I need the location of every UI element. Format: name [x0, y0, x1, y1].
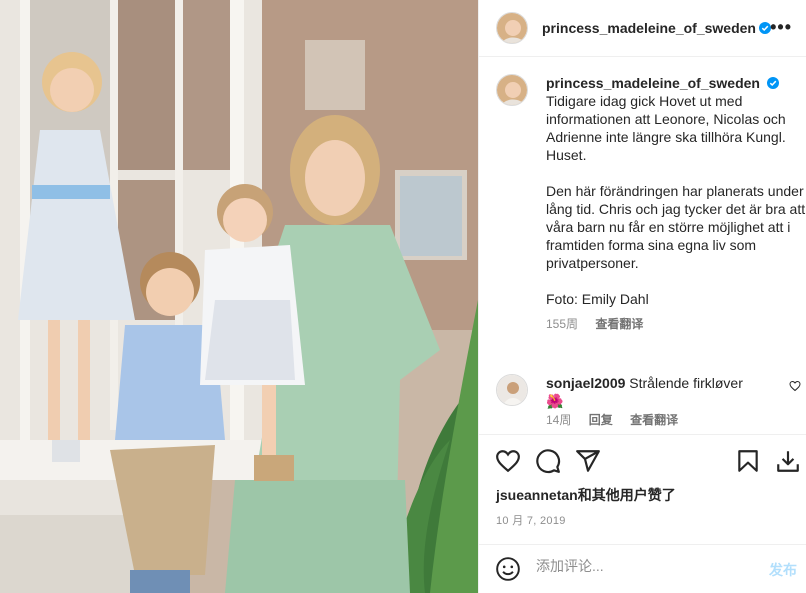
comments-area[interactable]: princess_madeleine_of_sweden Tidigare id… [479, 58, 806, 433]
avatar-image [497, 375, 527, 405]
family-photo-illustration [0, 0, 478, 593]
verified-badge-icon [766, 77, 779, 89]
post-username[interactable]: princess_madeleine_of_sweden [542, 20, 756, 36]
avatar-image [497, 75, 527, 105]
share-icon[interactable] [575, 448, 601, 474]
caption-text: Tidigare idag gick Hovet ut med informat… [546, 93, 806, 307]
comment-like-icon[interactable] [789, 380, 801, 392]
comment-age[interactable]: 14周 [546, 413, 571, 427]
post-photo[interactable] [0, 0, 478, 593]
caption-meta: 155周 查看翻译 [546, 316, 806, 332]
avatar-image [497, 13, 527, 43]
comment-reply-link[interactable]: 回复 [589, 413, 613, 427]
like-icon[interactable] [495, 448, 521, 474]
comment-translate-link[interactable]: 查看翻译 [630, 413, 678, 427]
comment-meta: 14周 回复 查看翻译 [546, 412, 781, 428]
comment-emoji: 🌺 [546, 393, 564, 409]
more-options-icon[interactable]: ••• [770, 18, 792, 36]
download-icon[interactable] [775, 448, 801, 474]
post-header: princess_madeleine_of_sweden ••• [479, 0, 806, 57]
post-date[interactable]: 10 月 7, 2019 [496, 512, 566, 528]
add-comment-input[interactable] [536, 558, 736, 574]
comment-username[interactable]: sonjael2009 [546, 375, 625, 391]
post-side-panel: princess_madeleine_of_sweden ••• princes… [478, 0, 806, 593]
comment-text: Strålende firkløver [629, 375, 743, 391]
caption-avatar[interactable] [496, 74, 528, 106]
emoji-icon[interactable] [495, 556, 521, 582]
save-icon[interactable] [735, 448, 761, 474]
caption-age[interactable]: 155周 [546, 317, 578, 331]
post-comment-button[interactable]: 发布 [769, 560, 797, 580]
likes-user[interactable]: jsueannetan [496, 487, 578, 503]
post-actions-bar [479, 434, 806, 486]
add-comment-bar: 发布 [479, 544, 806, 593]
likes-suffix[interactable]: 和其他用户赞了 [578, 487, 676, 503]
likes-line: jsueannetan和其他用户赞了 [496, 486, 676, 504]
avatar[interactable] [496, 12, 528, 44]
comment-avatar[interactable] [496, 374, 528, 406]
comment-icon[interactable] [535, 448, 561, 474]
caption-username[interactable]: princess_madeleine_of_sweden [546, 75, 760, 91]
caption-translate-link[interactable]: 查看翻译 [595, 317, 643, 331]
